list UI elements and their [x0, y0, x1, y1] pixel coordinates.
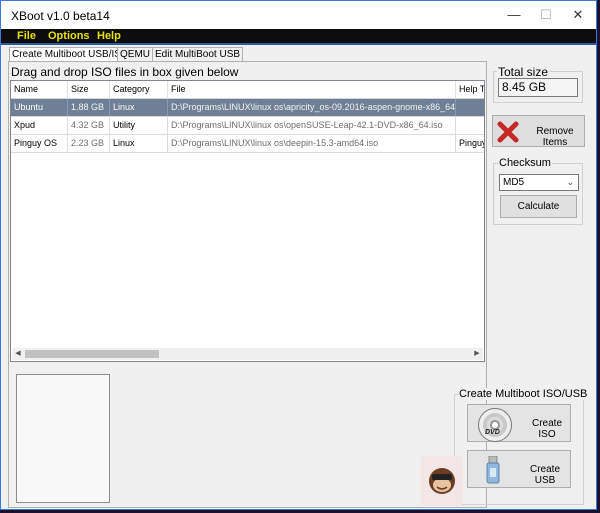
column-header-name[interactable]: Name — [11, 81, 68, 98]
total-size-value: 8.45 GB — [498, 78, 578, 97]
window-title: XBoot v1.0 beta14 — [11, 9, 110, 23]
checksum-select[interactable]: MD5 ⌄ — [499, 174, 579, 191]
column-header-category[interactable]: Category — [110, 81, 168, 98]
horizontal-scrollbar[interactable]: ◀ ▶ — [12, 348, 483, 360]
menu-file[interactable]: File — [17, 30, 36, 42]
cell-category: Utility — [110, 117, 168, 134]
chevron-down-icon: ⌄ — [566, 177, 574, 187]
cell-help: Pinguy OS — [456, 135, 484, 152]
cell-size: 1.88 GB — [68, 99, 110, 116]
cell-size: 4.32 GB — [68, 117, 110, 134]
cell-name: Pinguy OS — [11, 135, 68, 152]
list-item[interactable]: Ubuntu 1.88 GB Linux D:\Programs\LINUX\l… — [11, 99, 484, 117]
create-iso-label: Create ISO — [531, 418, 562, 440]
menu-bar: File Options Help — [1, 29, 596, 43]
cell-category: Linux — [110, 99, 168, 116]
create-usb-label: Create USB — [529, 464, 560, 486]
cell-file: D:\Programs\LINUX\linux os\deepin-15.3-a… — [168, 135, 456, 152]
remove-x-icon — [497, 121, 519, 143]
tab-edit-multiboot[interactable]: Edit MultiBoot USB — [152, 47, 244, 62]
cell-name: Ubuntu — [11, 99, 68, 116]
checksum-label: Checksum — [498, 157, 552, 169]
drop-instructions: Drag and drop ISO files in box given bel… — [11, 65, 239, 79]
remove-items-label: Remove Items — [536, 126, 574, 148]
list-item[interactable]: Pinguy OS 2.23 GB Linux D:\Programs\LINU… — [11, 135, 484, 153]
cell-help — [456, 99, 484, 116]
scroll-left-icon[interactable]: ◀ — [12, 348, 24, 360]
total-size-label: Total size — [497, 65, 550, 79]
create-usb-button[interactable]: Create USB — [467, 450, 571, 488]
scroll-right-icon[interactable]: ▶ — [471, 348, 483, 360]
maximize-button[interactable]: ☐ — [530, 1, 562, 29]
dvd-icon-text: DVD — [485, 429, 500, 436]
menu-help[interactable]: Help — [97, 30, 121, 42]
iso-list[interactable]: Name Size Category File Help Tex Ubuntu … — [10, 80, 485, 362]
column-header-size[interactable]: Size — [68, 81, 110, 98]
scrollbar-thumb[interactable] — [25, 350, 159, 358]
cell-file: D:\Programs\LINUX\linux os\apricity_os-0… — [168, 99, 456, 116]
xboot-window: XBoot v1.0 beta14 — ☐ ✕ File Options Hel… — [0, 0, 597, 510]
create-multiboot-label: Create Multiboot ISO/USB — [458, 388, 589, 400]
close-button[interactable]: ✕ — [562, 1, 594, 29]
list-header: Name Size Category File Help Tex — [11, 81, 484, 99]
cell-help — [456, 117, 484, 134]
cell-size: 2.23 GB — [68, 135, 110, 152]
cell-file: D:\Programs\LINUX\linux os\openSUSE-Leap… — [168, 117, 456, 134]
column-header-file[interactable]: File — [168, 81, 456, 98]
dvd-icon: DVD — [478, 408, 512, 442]
remove-items-button[interactable]: Remove Items — [492, 115, 585, 148]
minimize-button[interactable]: — — [498, 1, 530, 29]
image-preview-box — [16, 374, 110, 503]
menu-divider — [1, 43, 596, 45]
menu-options[interactable]: Options — [48, 30, 90, 42]
list-item[interactable]: Xpud 4.32 GB Utility D:\Programs\LINUX\l… — [11, 117, 484, 135]
monkey-face-icon — [429, 468, 455, 494]
cell-category: Linux — [110, 135, 168, 152]
watermark-logo — [421, 456, 463, 506]
column-header-help[interactable]: Help Tex — [456, 81, 484, 98]
checksum-selected-value: MD5 — [503, 177, 525, 188]
calculate-button[interactable]: Calculate — [500, 195, 577, 218]
tab-qemu[interactable]: QEMU — [117, 47, 153, 62]
cell-name: Xpud — [11, 117, 68, 134]
usb-drive-icon — [486, 456, 500, 484]
title-bar[interactable]: XBoot v1.0 beta14 — ☐ ✕ — [1, 1, 596, 29]
create-iso-button[interactable]: DVD Create ISO — [467, 404, 571, 442]
